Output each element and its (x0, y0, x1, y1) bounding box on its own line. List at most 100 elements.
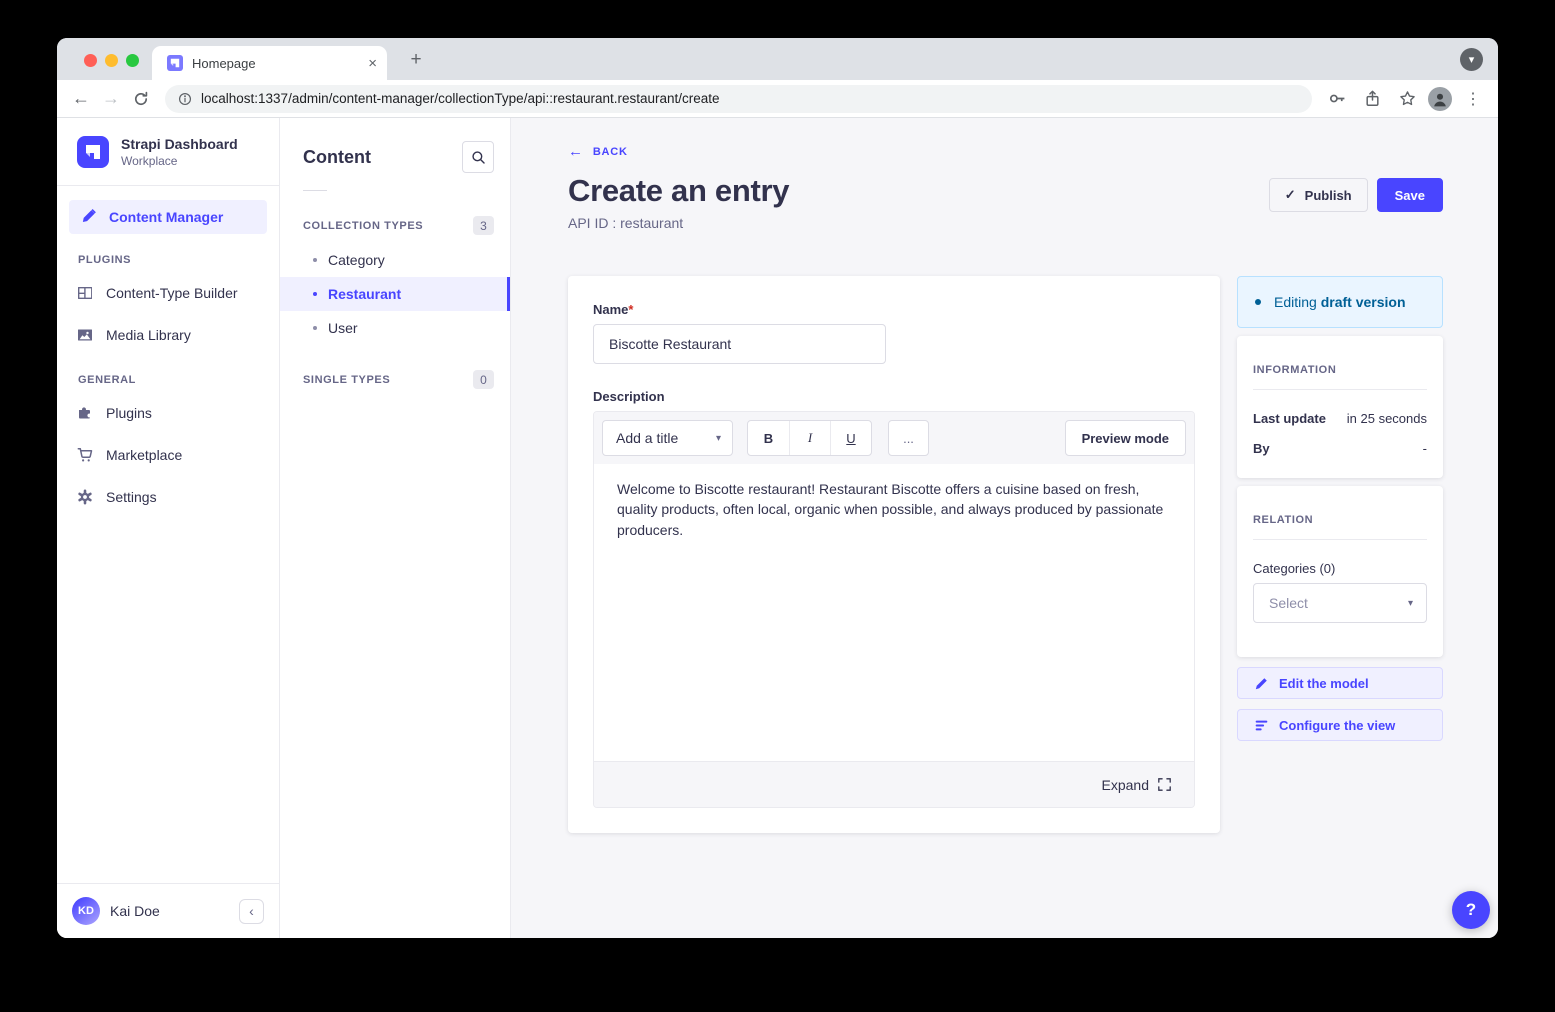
more-formats-button[interactable]: ... (888, 420, 929, 456)
browser-tab-strip: Homepage × + ▾ (57, 38, 1498, 80)
sidebar-user-row[interactable]: KD Kai Doe ‹ (57, 883, 279, 938)
card-divider (1253, 389, 1427, 390)
description-text: Welcome to Biscotte restaurant! Restaura… (617, 479, 1171, 540)
browser-reload-icon[interactable] (128, 86, 154, 112)
sidebar-item-settings[interactable]: Settings (57, 476, 279, 518)
entry-form-card: Name* Description Add a title ▾ (568, 276, 1220, 833)
close-window-button[interactable] (84, 54, 97, 67)
back-label: BACK (593, 146, 628, 158)
address-bar[interactable]: localhost:1337/admin/content-manager/col… (165, 85, 1312, 113)
editor-toolbar: Add a title ▾ B I U ... Pre (594, 412, 1194, 464)
rich-text-editor: Add a title ▾ B I U ... Pre (593, 411, 1195, 808)
underline-button[interactable]: U (830, 421, 871, 455)
sidebar-item-label: Marketplace (106, 447, 182, 463)
preview-mode-button[interactable]: Preview mode (1065, 420, 1186, 456)
single-types-header: SINGLE TYPES (303, 374, 390, 386)
new-tab-button[interactable]: + (403, 47, 429, 73)
browser-back-icon[interactable]: ← (68, 86, 94, 112)
check-icon: ✓ (1285, 187, 1296, 203)
required-asterisk: * (628, 302, 633, 317)
status-dot-icon (1255, 299, 1261, 305)
sidebar-item-media-library[interactable]: Media Library (57, 314, 279, 356)
italic-button[interactable]: I (789, 421, 830, 455)
collection-type-user[interactable]: User (280, 311, 510, 345)
sidebar-section-plugins: PLUGINS (57, 236, 279, 272)
image-icon (77, 327, 93, 343)
browser-profile-avatar[interactable] (1428, 87, 1452, 111)
format-button-group: B I U (747, 420, 872, 456)
strapi-favicon-icon (167, 55, 183, 71)
categories-select[interactable]: Select ▾ (1253, 583, 1427, 623)
url-text[interactable]: localhost:1337/admin/content-manager/col… (201, 91, 720, 106)
maximize-window-button[interactable] (126, 54, 139, 67)
save-button[interactable]: Save (1377, 178, 1443, 212)
browser-toolbar: ← → localhost:1337/admin/content-manager… (57, 80, 1498, 118)
expand-label[interactable]: Expand (1102, 777, 1149, 793)
sidebar-item-marketplace[interactable]: Marketplace (57, 434, 279, 476)
collection-type-label: User (328, 320, 358, 336)
browser-forward-icon[interactable]: → (98, 86, 124, 112)
browser-window: Homepage × + ▾ ← → localhost:1337/admin/… (57, 38, 1498, 938)
publish-button[interactable]: ✓ Publish (1269, 178, 1368, 212)
search-button[interactable] (462, 141, 494, 173)
tab-title: Homepage (192, 56, 359, 71)
chevron-down-icon: ▾ (1408, 598, 1413, 609)
help-button[interactable]: ? (1452, 891, 1490, 929)
chevron-down-icon: ▾ (716, 433, 721, 444)
expand-icon[interactable] (1158, 778, 1171, 791)
editor-text-area[interactable]: Welcome to Biscotte restaurant! Restaura… (594, 464, 1194, 761)
content-manager-pen-icon (81, 209, 97, 225)
cart-icon (77, 447, 93, 463)
minimize-window-button[interactable] (105, 54, 118, 67)
site-info-icon[interactable] (178, 92, 192, 106)
collection-type-restaurant[interactable]: Restaurant (280, 277, 510, 311)
bold-button[interactable]: B (748, 421, 789, 455)
sidebar-divider (57, 185, 279, 186)
workspace-title: Strapi Dashboard (121, 136, 238, 152)
relation-header: RELATION (1253, 514, 1427, 526)
layout-icon (77, 285, 93, 301)
configure-view-label: Configure the view (1279, 718, 1395, 733)
sidebar-item-label: Plugins (106, 405, 152, 421)
sidebar-item-content-manager[interactable]: Content Manager (69, 200, 267, 234)
edit-model-button[interactable]: Edit the model (1237, 667, 1443, 699)
workspace-subtitle: Workplace (121, 154, 238, 168)
bookmark-star-icon[interactable] (1393, 85, 1421, 113)
sidebar-item-plugins[interactable]: Plugins (57, 392, 279, 434)
bullet-icon (313, 258, 317, 262)
collection-types-count-badge: 3 (473, 216, 494, 235)
back-arrow-icon: ← (568, 144, 584, 159)
browser-tab[interactable]: Homepage × (152, 46, 387, 80)
draft-status-banner: Editing draft version (1237, 276, 1443, 328)
password-key-icon[interactable] (1323, 85, 1351, 113)
sidebar-section-general: GENERAL (57, 356, 279, 392)
collection-types-header: COLLECTION TYPES (303, 220, 423, 232)
tab-close-icon[interactable]: × (368, 56, 377, 71)
page-title: Create an entry (568, 173, 789, 209)
by-value: - (1423, 441, 1427, 456)
browser-menu-icon[interactable]: ⋮ (1459, 85, 1487, 113)
content-types-panel: Content COLLECTION TYPES 3 Category (280, 118, 511, 938)
configure-view-button[interactable]: Configure the view (1237, 709, 1443, 741)
back-link[interactable]: ← BACK (568, 144, 628, 159)
workspace-brand[interactable]: Strapi Dashboard Workplace (57, 118, 279, 185)
title-style-select[interactable]: Add a title ▾ (602, 420, 733, 456)
bullet-icon (313, 326, 317, 330)
collapse-sidebar-button[interactable]: ‹ (239, 899, 264, 924)
last-update-row: Last update in 25 seconds (1253, 411, 1427, 426)
search-icon (471, 150, 486, 165)
configure-lines-icon (1255, 719, 1268, 732)
sidebar-item-content-type-builder[interactable]: Content-Type Builder (57, 272, 279, 314)
desktop-background: Homepage × + ▾ ← → localhost:1337/admin/… (0, 0, 1555, 1012)
last-update-value: in 25 seconds (1347, 411, 1427, 426)
collection-type-category[interactable]: Category (280, 243, 510, 277)
collection-type-label: Restaurant (328, 286, 401, 302)
window-controls (84, 54, 139, 67)
browser-menu-chevron-icon[interactable]: ▾ (1460, 48, 1483, 71)
name-input[interactable] (593, 324, 886, 364)
description-field-label: Description (593, 389, 1195, 404)
information-header: INFORMATION (1253, 364, 1427, 376)
single-types-count-badge: 0 (473, 370, 494, 389)
share-icon[interactable] (1358, 85, 1386, 113)
bullet-icon (313, 292, 317, 296)
